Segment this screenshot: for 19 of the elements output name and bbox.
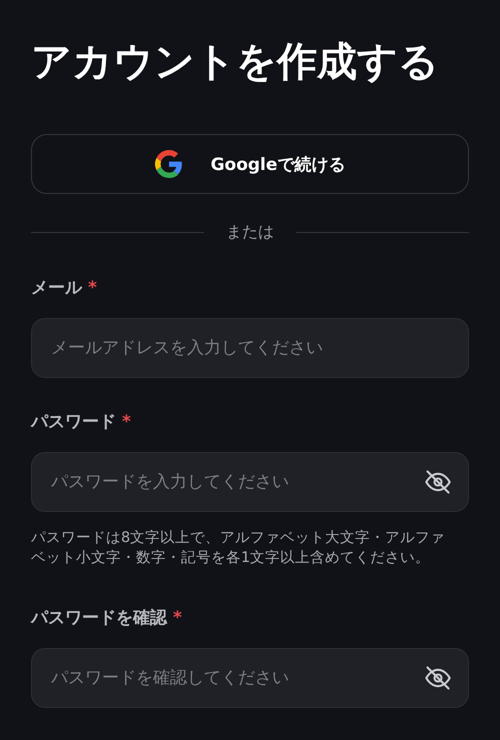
field-label: メール: [31, 277, 82, 300]
text-input[interactable]: パスワードを入力してください: [49, 471, 424, 493]
divider-label: または: [226, 222, 274, 243]
input-field[interactable]: パスワードを入力してください: [31, 452, 469, 512]
google-icon: [154, 150, 183, 178]
field-label: パスワードを確認: [31, 607, 167, 630]
input-field[interactable]: パスワードを確認してください: [31, 648, 469, 708]
eye-off-icon[interactable]: [424, 664, 452, 692]
text-input[interactable]: メールアドレスを入力してください: [49, 337, 452, 359]
input-field[interactable]: メールアドレスを入力してください: [31, 318, 469, 378]
eye-off-icon[interactable]: [424, 468, 452, 496]
required-mark: *: [122, 411, 131, 434]
text-input[interactable]: パスワードを確認してください: [49, 667, 424, 689]
google-button[interactable]: Googleで続ける: [31, 134, 469, 194]
field-label: パスワード: [31, 411, 116, 434]
page-title: アカウントを作成する: [31, 38, 440, 87]
required-mark: *: [88, 277, 97, 300]
password-hint: パスワードは8文字以上で、アルファベット大文字・アルファベット小文字・数字・記号を各1文字以上含めてください。: [31, 528, 446, 568]
required-mark: *: [173, 607, 182, 630]
